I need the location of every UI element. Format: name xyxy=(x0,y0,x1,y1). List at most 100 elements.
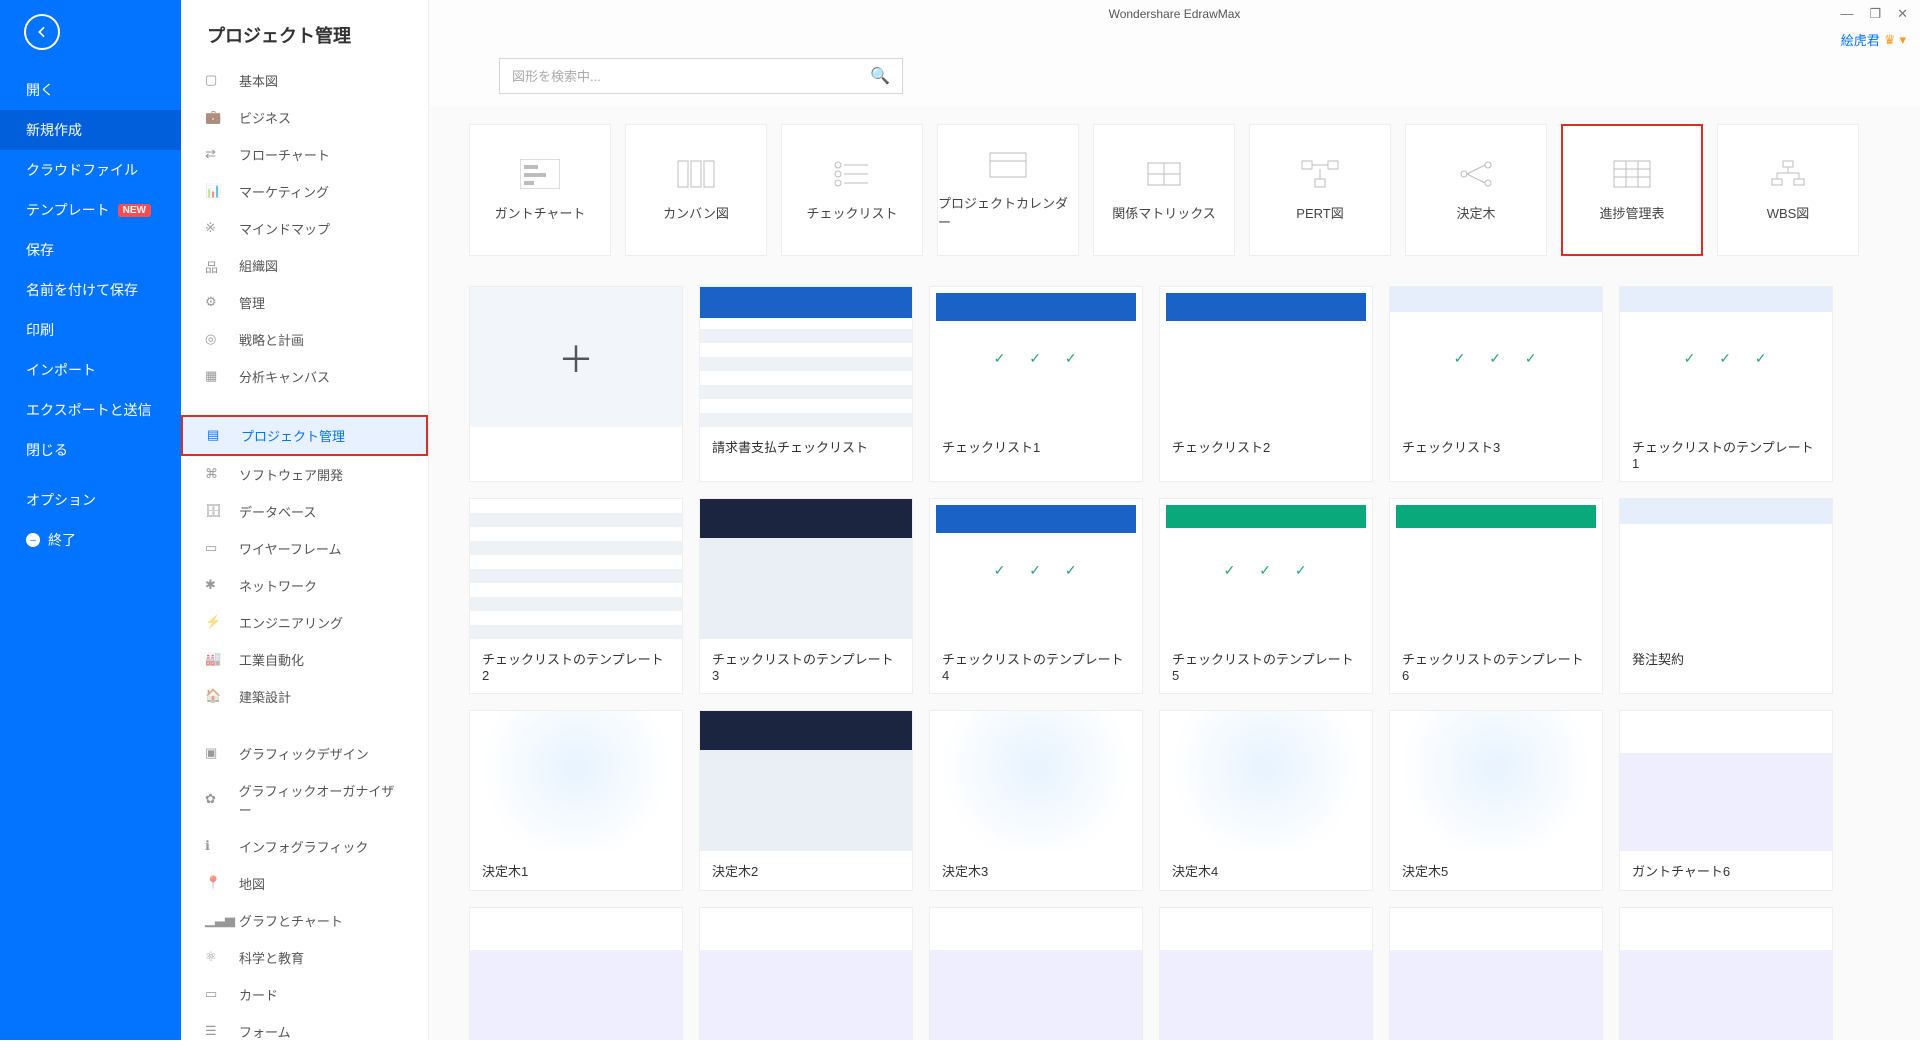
nav-exit[interactable]: – 終了 xyxy=(0,520,181,560)
template-card[interactable] xyxy=(929,907,1143,1040)
cat-graphic[interactable]: ▣グラフィックデザイン xyxy=(181,735,428,772)
pin-icon: 📍 xyxy=(205,875,223,893)
template-card[interactable]: チェックリストのテンプレート4 xyxy=(929,498,1143,694)
cat-map[interactable]: 📍地図 xyxy=(181,865,428,902)
template-card[interactable]: 請求書支払チェックリスト xyxy=(699,286,913,482)
nav-save[interactable]: 保存 xyxy=(0,230,181,270)
cat-database[interactable]: 🗄データベース xyxy=(181,493,428,530)
search-icon[interactable]: 🔍 xyxy=(870,66,890,86)
cat-manage[interactable]: ⚙管理 xyxy=(181,284,428,321)
nav-saveas[interactable]: 名前を付けて保存 xyxy=(0,270,181,310)
atom-icon: ⚛ xyxy=(205,949,223,967)
nav-open[interactable]: 開く xyxy=(0,70,181,110)
cat-science[interactable]: ⚛科学と教育 xyxy=(181,939,428,976)
wire-icon: ▭ xyxy=(205,540,223,558)
flow-icon: ⇄ xyxy=(205,146,223,164)
cat-basic[interactable]: ▢基本図 xyxy=(181,62,428,99)
template-card[interactable]: チェックリストのテンプレート3 xyxy=(699,498,913,694)
cat-strategy[interactable]: ◎戦略と計画 xyxy=(181,321,428,358)
nav-template[interactable]: テンプレート NEW xyxy=(0,190,181,230)
nav-export[interactable]: エクスポートと送信 xyxy=(0,390,181,430)
canvas-icon: ▦ xyxy=(205,368,223,386)
mindmap-icon: ※ xyxy=(205,220,223,238)
nav-print[interactable]: 印刷 xyxy=(0,310,181,350)
minimize-button[interactable]: — xyxy=(1840,6,1853,22)
nav-import[interactable]: インポート xyxy=(0,350,181,390)
cat-wireframe[interactable]: ▭ワイヤーフレーム xyxy=(181,530,428,567)
cat-project[interactable]: ▤プロジェクト管理 xyxy=(181,415,428,456)
back-button[interactable] xyxy=(24,14,60,50)
cat-marketing[interactable]: 📊マーケティング xyxy=(181,173,428,210)
subtype-pert[interactable]: PERT図 xyxy=(1249,124,1391,256)
briefcase-icon: 💼 xyxy=(205,109,223,127)
template-card[interactable] xyxy=(1159,907,1373,1040)
nav-exit-label: 終了 xyxy=(48,530,76,550)
subtype-kanban[interactable]: カンバン図 xyxy=(625,124,767,256)
subtype-progress[interactable]: 進捗管理表 xyxy=(1561,124,1703,256)
organizer-icon: ✿ xyxy=(205,791,223,809)
subtype-matrix[interactable]: 関係マトリックス xyxy=(1093,124,1235,256)
nav-cloud[interactable]: クラウドファイル xyxy=(0,150,181,190)
template-card[interactable]: 決定木1 xyxy=(469,710,683,891)
cat-engineering[interactable]: ⚡エンジニアリング xyxy=(181,604,428,641)
content-scroll[interactable]: ガントチャート カンバン図 チェックリスト プロジェクトカレンダー 関係マトリッ… xyxy=(429,106,1920,1040)
template-card[interactable]: チェックリスト1 xyxy=(929,286,1143,482)
nav-new[interactable]: 新規作成 xyxy=(0,110,181,150)
template-card[interactable]: 決定木2 xyxy=(699,710,913,891)
template-new-blank[interactable]: ＋ xyxy=(469,286,683,482)
cat-organizer[interactable]: ✿グラフィックオーガナイザー xyxy=(181,772,428,828)
template-card[interactable]: 決定木4 xyxy=(1159,710,1373,891)
nav-close[interactable]: 閉じる xyxy=(0,430,181,470)
cat-business[interactable]: 💼ビジネス xyxy=(181,99,428,136)
category-title: プロジェクト管理 xyxy=(181,0,428,62)
template-card[interactable]: チェックリスト3 xyxy=(1389,286,1603,482)
new-badge: NEW xyxy=(118,204,151,217)
template-card[interactable]: チェックリストのテンプレート1 xyxy=(1619,286,1833,482)
bar-icon: ▁▃▅ xyxy=(205,912,223,930)
cat-arch[interactable]: 🏠建築設計 xyxy=(181,678,428,715)
template-card[interactable] xyxy=(469,907,683,1040)
cat-org[interactable]: 品組織図 xyxy=(181,247,428,284)
cat-card[interactable]: ▭カード xyxy=(181,976,428,1013)
maximize-button[interactable]: ❐ xyxy=(1869,6,1881,22)
template-card[interactable]: チェックリスト2 xyxy=(1159,286,1373,482)
template-card[interactable] xyxy=(699,907,913,1040)
cat-flowchart[interactable]: ⇄フローチャート xyxy=(181,136,428,173)
cat-form[interactable]: ☰フォーム xyxy=(181,1013,428,1050)
template-card[interactable]: 決定木5 xyxy=(1389,710,1603,891)
template-card[interactable]: チェックリストのテンプレート6 xyxy=(1389,498,1603,694)
nav-option[interactable]: オプション xyxy=(0,480,181,520)
template-card[interactable]: ガントチャート6 xyxy=(1619,710,1833,891)
cat-industrial[interactable]: 🏭工業自動化 xyxy=(181,641,428,678)
cat-chart[interactable]: ▁▃▅グラフとチャート xyxy=(181,902,428,939)
cat-mindmap[interactable]: ※マインドマップ xyxy=(181,210,428,247)
subtype-gantt[interactable]: ガントチャート xyxy=(469,124,611,256)
subtype-checklist[interactable]: チェックリスト xyxy=(781,124,923,256)
info-icon: ℹ xyxy=(205,838,223,856)
template-card[interactable] xyxy=(1389,907,1603,1040)
title-bar: Wondershare EdrawMax — ❐ ✕ xyxy=(429,0,1920,28)
cat-infographic[interactable]: ℹインフォグラフィック xyxy=(181,828,428,865)
cat-network[interactable]: ✱ネットワーク xyxy=(181,567,428,604)
nav-template-label: テンプレート xyxy=(26,200,110,220)
template-card[interactable]: 決定木3 xyxy=(929,710,1143,891)
card-icon: ▭ xyxy=(205,986,223,1004)
close-button[interactable]: ✕ xyxy=(1897,6,1908,22)
template-card[interactable]: チェックリストのテンプレート5 xyxy=(1159,498,1373,694)
user-badge[interactable]: 絵虎君 ♛ ▾ xyxy=(1841,30,1906,49)
subtype-calendar[interactable]: プロジェクトカレンダー xyxy=(937,124,1079,256)
search-bar[interactable]: 🔍 xyxy=(499,58,903,94)
search-input[interactable] xyxy=(512,69,870,84)
subtype-decision[interactable]: 決定木 xyxy=(1405,124,1547,256)
network-icon: ✱ xyxy=(205,577,223,595)
cat-canvas[interactable]: ▦分析キャンバス xyxy=(181,358,428,395)
exit-icon: – xyxy=(26,533,40,547)
gear-icon: ⚙ xyxy=(205,294,223,312)
subtype-wbs[interactable]: WBS図 xyxy=(1717,124,1859,256)
template-card[interactable] xyxy=(1619,907,1833,1040)
shapes-icon: ▢ xyxy=(205,72,223,90)
template-card[interactable]: 発注契約 xyxy=(1619,498,1833,694)
template-card[interactable]: チェックリストのテンプレート2 xyxy=(469,498,683,694)
pert-icon xyxy=(1300,159,1340,189)
cat-software[interactable]: ⌘ソフトウェア開発 xyxy=(181,456,428,493)
